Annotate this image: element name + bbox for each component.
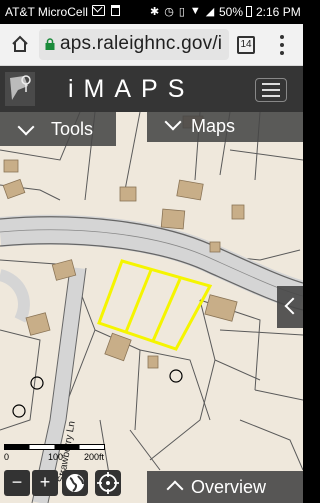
basemap-globe-button[interactable] — [62, 470, 88, 496]
battery-icon — [246, 6, 252, 17]
side-panel-toggle[interactable] — [277, 286, 303, 328]
scale-label-200ft: 200ft — [84, 452, 105, 462]
locate-me-button[interactable] — [95, 470, 121, 496]
main-menu-button[interactable] — [255, 78, 287, 102]
chevron-left-icon — [284, 297, 302, 315]
map-scale-bar: 0 100 200ft — [4, 443, 114, 463]
clock: 2:16 PM — [256, 5, 301, 19]
status-bar: AT&T MicroCell ✱ ◷ ▯ ▼ ◢ 50% 2:16 PM — [0, 0, 303, 24]
imaps-logo — [5, 72, 35, 106]
browser-menu-icon[interactable] — [279, 35, 285, 55]
crosshair-icon — [97, 472, 119, 494]
chevron-down-icon — [17, 118, 35, 136]
overview-label: Overview — [191, 477, 267, 497]
bluetooth-icon: ✱ — [150, 6, 160, 18]
signal-icon: ◢ — [205, 6, 215, 18]
overview-panel-toggle[interactable]: Overview — [147, 471, 303, 503]
maps-panel-toggle[interactable]: Maps — [147, 112, 303, 142]
parcel-lines — [0, 112, 303, 481]
scale-label-0: 0 — [4, 452, 10, 462]
tab-switcher-button[interactable]: 14 — [237, 36, 255, 54]
map-markers — [12, 369, 183, 418]
scale-bar-graphic — [4, 444, 105, 450]
zoom-out-button[interactable]: − — [4, 470, 30, 496]
chevron-down-icon — [164, 113, 182, 131]
browser-toolbar: aps.raleighnc.gov/i 14 — [0, 24, 303, 66]
globe-icon — [66, 474, 84, 492]
lock-icon — [45, 38, 55, 50]
wifi-icon: ▼ — [189, 5, 201, 17]
alarm-icon: ◷ — [164, 6, 174, 18]
url-bar[interactable]: aps.raleighnc.gov/i — [39, 29, 229, 60]
system-icons: ✱ ◷ ▯ ▼ ◢ — [150, 5, 214, 18]
tools-label: Tools — [51, 119, 94, 139]
tools-panel-toggle[interactable]: Tools — [0, 112, 116, 146]
carrier-label: AT&T MicroCell — [5, 5, 88, 19]
scale-label-100: 100 — [48, 452, 64, 462]
chevron-up-icon — [166, 480, 184, 498]
maps-label: Maps — [191, 116, 236, 136]
mail-icon — [92, 5, 105, 16]
home-icon[interactable] — [10, 34, 30, 54]
app-header: iMAPS — [0, 66, 303, 112]
app-title: iMAPS — [68, 75, 195, 103]
zoom-in-button[interactable]: + — [32, 470, 58, 496]
trash-icon — [111, 5, 120, 16]
vibrate-icon: ▯ — [178, 6, 185, 18]
url-text: aps.raleighnc.gov/i — [60, 33, 223, 54]
battery-percent: 50% — [219, 5, 244, 19]
